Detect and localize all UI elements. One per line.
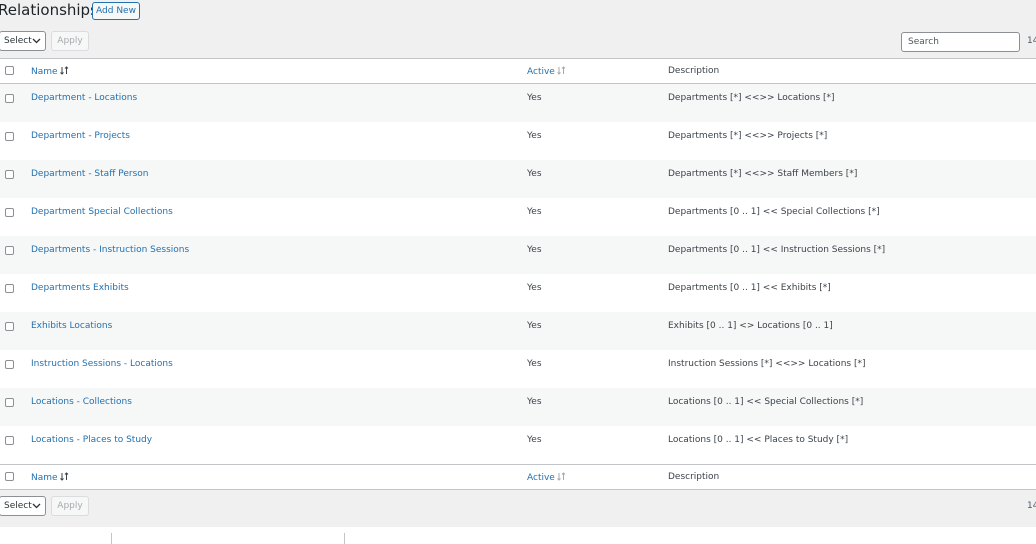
- bulk-action-select-label: Select: [4, 501, 32, 511]
- column-header-name[interactable]: Name: [31, 66, 69, 77]
- divider: [344, 533, 345, 544]
- table-row: Departments - Instruction Sessions Yes D…: [0, 236, 1036, 274]
- column-header-active-label: Active: [527, 67, 555, 77]
- add-new-button[interactable]: Add New: [92, 2, 140, 20]
- relationship-description: Instruction Sessions [*] <<>> Locations …: [668, 359, 866, 369]
- column-header-description: Description: [668, 66, 720, 76]
- row-checkbox[interactable]: [5, 360, 14, 369]
- page-header: Relationships Add New: [0, 0, 1036, 24]
- active-status: Yes: [527, 131, 542, 141]
- select-all-checkbox-footer[interactable]: [5, 472, 14, 481]
- row-checkbox[interactable]: [5, 208, 14, 217]
- relationship-name-link[interactable]: Exhibits Locations: [31, 321, 112, 331]
- active-status: Yes: [527, 245, 542, 255]
- table-row: Department Special Collections Yes Depar…: [0, 198, 1036, 236]
- table-row: Exhibits Locations Yes Exhibits [0 .. 1]…: [0, 312, 1036, 350]
- sort-icon: [59, 472, 68, 481]
- relationship-description: Locations [0 .. 1] << Special Collection…: [668, 397, 864, 407]
- bulk-action-select-top[interactable]: Select: [0, 31, 46, 51]
- footer-area: [0, 527, 1036, 544]
- table-row: Instruction Sessions - Locations Yes Ins…: [0, 350, 1036, 388]
- column-footer-active[interactable]: Active: [527, 472, 566, 483]
- row-checkbox[interactable]: [5, 94, 14, 103]
- row-checkbox[interactable]: [5, 132, 14, 141]
- active-status: Yes: [527, 435, 542, 445]
- relationship-name-link[interactable]: Departments Exhibits: [31, 283, 129, 293]
- relationship-description: Departments [0 .. 1] << Exhibits [*]: [668, 283, 831, 293]
- table-row: Department - Projects Yes Departments [*…: [0, 122, 1036, 160]
- apply-button-top[interactable]: Apply: [51, 31, 89, 51]
- relationship-name-link[interactable]: Department - Projects: [31, 131, 130, 141]
- table-row: Departments Exhibits Yes Departments [0 …: [0, 274, 1036, 312]
- active-status: Yes: [527, 359, 542, 369]
- column-footer-description: Description: [668, 472, 720, 482]
- search-input[interactable]: Search: [901, 32, 1020, 52]
- relationship-description: Departments [0 .. 1] << Special Collecti…: [668, 207, 880, 217]
- select-all-checkbox[interactable]: [5, 66, 14, 75]
- bulk-action-select-label: Select: [4, 36, 32, 46]
- table-row: Locations - Places to Study Yes Location…: [0, 426, 1036, 464]
- relationships-table: Name Active Description Department - Loc…: [0, 58, 1036, 490]
- sort-icon: [556, 472, 566, 481]
- sort-icon: [556, 66, 566, 75]
- active-status: Yes: [527, 207, 542, 217]
- apply-button-bottom[interactable]: Apply: [51, 496, 89, 516]
- table-row: Department - Staff Person Yes Department…: [0, 160, 1036, 198]
- active-status: Yes: [527, 93, 542, 103]
- active-status: Yes: [527, 169, 542, 179]
- sort-icon: [59, 66, 68, 75]
- column-header-name-label: Name: [31, 67, 58, 77]
- relationship-name-link[interactable]: Locations - Places to Study: [31, 435, 152, 445]
- item-count-bottom: 14: [1027, 501, 1036, 511]
- relationship-description: Departments [*] <<>> Projects [*]: [668, 131, 828, 141]
- relationship-name-link[interactable]: Instruction Sessions - Locations: [31, 359, 173, 369]
- relationship-description: Departments [*] <<>> Locations [*]: [668, 93, 835, 103]
- row-checkbox[interactable]: [5, 436, 14, 445]
- relationship-name-link[interactable]: Departments - Instruction Sessions: [31, 245, 189, 255]
- row-checkbox[interactable]: [5, 322, 14, 331]
- relationship-description: Departments [0 .. 1] << Instruction Sess…: [668, 245, 886, 255]
- row-checkbox[interactable]: [5, 284, 14, 293]
- relationship-description: Departments [*] <<>> Staff Members [*]: [668, 169, 858, 179]
- column-footer-active-label: Active: [527, 473, 555, 483]
- column-footer-name[interactable]: Name: [31, 472, 69, 483]
- active-status: Yes: [527, 283, 542, 293]
- column-header-active[interactable]: Active: [527, 66, 566, 77]
- table-header: Name Active Description: [0, 59, 1036, 84]
- table-row: Locations - Collections Yes Locations [0…: [0, 388, 1036, 426]
- bulk-action-select-bottom[interactable]: Select: [0, 496, 46, 516]
- relationship-description: Locations [0 .. 1] << Places to Study [*…: [668, 435, 849, 445]
- relationship-name-link[interactable]: Department - Locations: [31, 93, 137, 103]
- chevron-down-icon: [32, 503, 41, 509]
- page-title: Relationships: [0, 1, 98, 19]
- chevron-down-icon: [32, 38, 41, 44]
- active-status: Yes: [527, 321, 542, 331]
- row-checkbox[interactable]: [5, 170, 14, 179]
- row-checkbox[interactable]: [5, 398, 14, 407]
- relationship-name-link[interactable]: Locations - Collections: [31, 397, 132, 407]
- row-checkbox[interactable]: [5, 246, 14, 255]
- active-status: Yes: [527, 397, 542, 407]
- relationship-description: Exhibits [0 .. 1] <> Locations [0 .. 1]: [668, 321, 833, 331]
- relationship-name-link[interactable]: Department Special Collections: [31, 207, 173, 217]
- table-footer: Name Active Description: [0, 464, 1036, 489]
- column-footer-name-label: Name: [31, 473, 58, 483]
- divider: [111, 533, 112, 544]
- relationship-name-link[interactable]: Department - Staff Person: [31, 169, 149, 179]
- table-row: Department - Locations Yes Departments […: [0, 84, 1036, 122]
- item-count-top: 14: [1027, 36, 1036, 46]
